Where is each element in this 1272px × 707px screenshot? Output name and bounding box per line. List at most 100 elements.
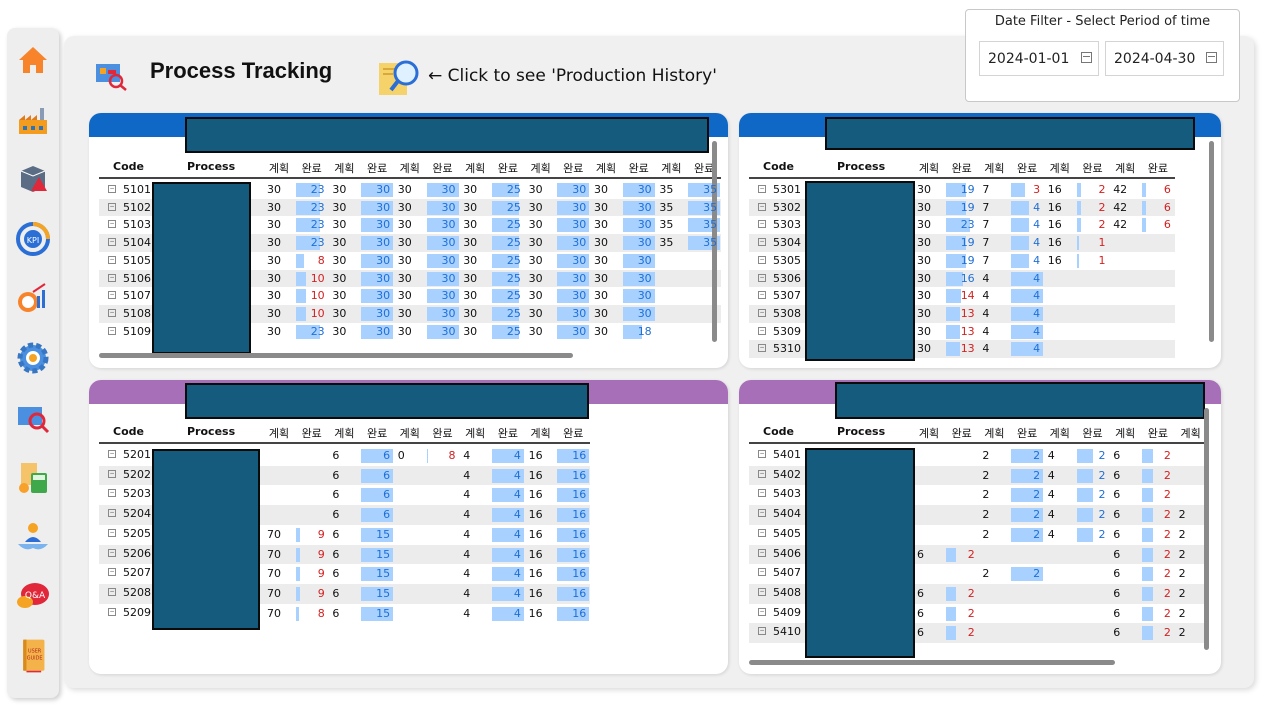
code-header[interactable]: Code [763, 425, 794, 438]
done-header[interactable]: 완료 [427, 160, 459, 176]
collapse-icon[interactable]: − [758, 627, 766, 636]
collapse-icon[interactable]: − [758, 528, 766, 537]
collapse-icon[interactable]: − [758, 344, 766, 353]
done-header[interactable]: 완료 [492, 160, 524, 176]
plan-header[interactable]: 계획 [1109, 425, 1141, 441]
collapse-icon[interactable]: − [108, 548, 116, 557]
collapse-icon[interactable]: − [108, 202, 116, 211]
process-header[interactable]: Process [837, 425, 885, 438]
collapse-icon[interactable]: − [758, 291, 766, 300]
collapse-icon[interactable]: − [108, 509, 116, 518]
vertical-scrollbar[interactable] [1209, 141, 1214, 342]
box-alert-icon[interactable] [15, 161, 51, 197]
collapse-icon[interactable]: − [758, 273, 766, 282]
plan-header[interactable]: 계획 [913, 160, 945, 176]
collapse-icon[interactable]: − [758, 548, 766, 557]
collapse-icon[interactable]: − [758, 568, 766, 577]
plan-header[interactable]: 계획 [459, 160, 491, 176]
collapse-icon[interactable]: − [758, 450, 766, 458]
kpi-icon[interactable]: KPI [15, 221, 51, 257]
code-header[interactable]: Code [113, 160, 144, 173]
collapse-icon[interactable]: − [758, 607, 766, 616]
collapse-icon[interactable]: − [758, 202, 766, 211]
collapse-icon[interactable]: − [758, 326, 766, 335]
vertical-scrollbar[interactable] [1204, 408, 1209, 650]
plan-header[interactable]: 계획 [978, 160, 1010, 176]
collapse-icon[interactable]: − [108, 469, 116, 478]
collapse-icon[interactable]: − [108, 308, 116, 317]
done-header[interactable]: 완료 [1142, 425, 1174, 441]
production-history-link[interactable]: ← Click to see 'Production History' [428, 66, 717, 86]
process-header[interactable]: Process [187, 425, 235, 438]
done-header[interactable]: 완료 [1077, 425, 1109, 441]
plan-header[interactable]: 계획 [525, 425, 557, 441]
code-header[interactable]: Code [763, 160, 794, 173]
factory-icon[interactable] [15, 102, 51, 138]
done-header[interactable]: 완료 [1077, 160, 1109, 176]
collapse-icon[interactable]: − [758, 185, 766, 193]
plan-header[interactable]: 계획 [655, 160, 687, 176]
process-header[interactable]: Process [837, 160, 885, 173]
done-header[interactable]: 완료 [557, 160, 589, 176]
history-search-icon[interactable] [378, 57, 422, 97]
calendar-icon[interactable] [1081, 52, 1092, 63]
collapse-icon[interactable]: − [758, 220, 766, 229]
table-header[interactable]: Code Process 계획 완료 계획 완료 계획 완료 계획 완료 계획 완료 [99, 420, 590, 444]
done-header[interactable]: 완료 [492, 425, 524, 441]
plan-header[interactable]: 계획 [1175, 425, 1207, 441]
clock-chart-icon[interactable] [15, 280, 51, 316]
code-header[interactable]: Code [113, 425, 144, 438]
plan-header[interactable]: 계획 [978, 425, 1010, 441]
plan-header[interactable]: 계획 [525, 160, 557, 176]
plan-header[interactable]: 계획 [394, 425, 426, 441]
collapse-icon[interactable]: − [108, 220, 116, 229]
collapse-icon[interactable]: − [108, 255, 116, 264]
plan-header[interactable]: 계획 [1044, 160, 1076, 176]
done-header[interactable]: 완료 [427, 425, 459, 441]
collapse-icon[interactable]: − [758, 308, 766, 317]
plan-header[interactable]: 계획 [913, 425, 945, 441]
table-header[interactable]: Code Process 계획 완료 계획 완료 계획 완료 계획 완료 [749, 155, 1175, 179]
gear-icon[interactable] [15, 340, 51, 376]
collapse-icon[interactable]: − [108, 326, 116, 335]
collapse-icon[interactable]: − [108, 185, 116, 193]
collapse-icon[interactable]: − [108, 489, 116, 498]
plan-header[interactable]: 계획 [459, 425, 491, 441]
end-date-input[interactable]: 2024-04-30 [1105, 41, 1224, 76]
user-guide-icon[interactable]: USER GUIDE [15, 638, 51, 682]
collapse-icon[interactable]: − [758, 587, 766, 596]
collapse-icon[interactable]: − [108, 607, 116, 616]
plan-header[interactable]: 계획 [263, 425, 295, 441]
qna-icon[interactable]: Q&A [15, 578, 51, 614]
done-header[interactable]: 완료 [296, 425, 328, 441]
table-header[interactable]: Code Process 계획 완료 계획 완료 계획 완료 계획 완료 계획 [749, 420, 1208, 444]
collapse-icon[interactable]: − [108, 587, 116, 596]
collapse-icon[interactable]: − [108, 568, 116, 577]
done-header[interactable]: 완료 [296, 160, 328, 176]
calendar-icon[interactable] [1206, 52, 1217, 63]
collapse-icon[interactable]: − [108, 238, 116, 247]
done-header[interactable]: 완료 [1011, 160, 1043, 176]
cost-calculator-icon[interactable] [15, 459, 51, 495]
plan-header[interactable]: 계획 [590, 160, 622, 176]
done-header[interactable]: 완료 [557, 425, 589, 441]
horizontal-scrollbar[interactable] [749, 660, 1115, 665]
plan-header[interactable]: 계획 [328, 425, 360, 441]
process-header[interactable]: Process [187, 160, 235, 173]
done-header[interactable]: 완료 [946, 425, 978, 441]
collapse-icon[interactable]: − [108, 291, 116, 300]
done-header[interactable]: 완료 [1142, 160, 1174, 176]
process-search-icon[interactable] [15, 399, 51, 435]
collapse-icon[interactable]: − [108, 273, 116, 282]
people-icon[interactable] [15, 518, 51, 554]
plan-header[interactable]: 계획 [394, 160, 426, 176]
done-header[interactable]: 완료 [623, 160, 655, 176]
collapse-icon[interactable]: − [758, 489, 766, 498]
collapse-icon[interactable]: − [758, 255, 766, 264]
plan-header[interactable]: 계획 [263, 160, 295, 176]
collapse-icon[interactable]: − [758, 469, 766, 478]
done-header[interactable]: 완료 [1011, 425, 1043, 441]
start-date-input[interactable]: 2024-01-01 [979, 41, 1099, 76]
plan-header[interactable]: 계획 [1044, 425, 1076, 441]
collapse-icon[interactable]: − [108, 528, 116, 537]
